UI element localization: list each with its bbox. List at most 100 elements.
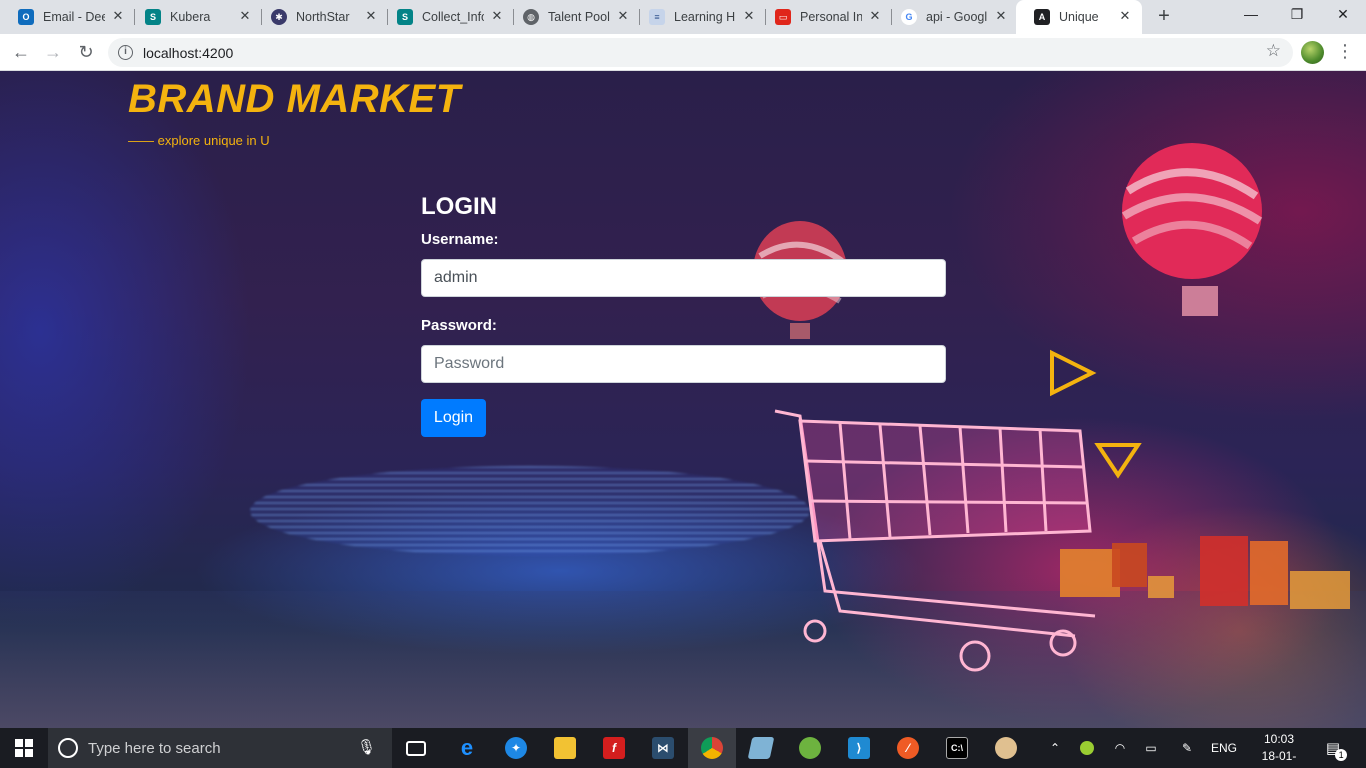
gift-boxes-illustration [1060,536,1350,609]
restore-button[interactable]: ❐ [1274,0,1320,30]
username-label: Username: [421,231,499,248]
spring-icon [799,737,821,759]
clock-time: 10:03 [1263,732,1295,746]
password-input[interactable] [421,345,946,383]
clock-date: 18-01-2021 [1261,749,1297,768]
new-tab-button[interactable]: + [1152,5,1176,29]
close-icon[interactable]: ✕ [490,9,504,23]
tab-title: Email - Dee [43,10,105,24]
taskbar-terminal[interactable]: C:\ [933,728,981,768]
angular-icon: A [1034,9,1050,25]
tab-title: NorthStar [296,10,350,24]
task-view-button[interactable] [392,728,440,768]
page-content: BRAND MARKET —— explore unique in U LOGI… [0,71,1366,728]
northstar-icon: ✱ [271,9,287,25]
taskbar-postman[interactable]: ⁄ [884,728,932,768]
shopping-cart-illustration [774,409,1096,672]
notification-count: 1 [1335,749,1348,761]
close-window-button[interactable]: ✕ [1320,0,1366,30]
microphone-icon[interactable]: 🎙 [357,738,376,756]
tab-title: Collect_Info [422,10,484,24]
tab-google-api[interactable]: G api - Googl ✕ [883,0,1018,34]
tab-northstar[interactable]: ✱ NorthStar ✕ [253,0,388,34]
taskbar-spring[interactable] [786,728,834,768]
google-icon: G [901,9,917,25]
tab-title: Talent Pool [548,10,610,24]
close-icon[interactable]: ✕ [111,9,125,23]
close-icon[interactable]: ✕ [742,9,756,23]
taskbar-chrome[interactable] [688,728,736,768]
url-text[interactable]: localhost:4200 [143,45,233,61]
taskbar-mysql[interactable]: ⋈ [639,728,687,768]
start-button[interactable] [0,728,48,768]
minimize-button[interactable]: — [1228,0,1274,30]
close-icon[interactable]: ✕ [616,9,630,23]
system-clock[interactable]: 10:03 18-01-2021 [1250,731,1308,768]
outlook-icon: O [18,9,34,25]
close-icon[interactable]: ✕ [238,9,252,23]
neon-triangle-illustration [1050,349,1097,397]
login-title: LOGIN [421,193,497,220]
oracle-icon: ▭ [775,9,791,25]
brand-tagline: —— explore unique in U [128,133,270,148]
search-placeholder: Type here to search [88,740,221,757]
notification-center-button[interactable]: ▤ 1 [1318,728,1348,768]
login-button[interactable]: Login [421,399,486,437]
tab-title: Unique [1059,10,1099,24]
reload-button[interactable]: ↻ [73,40,99,66]
taskbar-safari[interactable]: ✦ [492,728,540,768]
taskbar-explorer[interactable] [541,728,589,768]
profile-avatar[interactable] [1301,41,1324,64]
taskbar-edge[interactable]: e [443,728,491,768]
taskbar-paint[interactable] [982,728,1030,768]
sharepoint-icon: S [397,9,413,25]
windows-icon [15,739,33,757]
tab-email[interactable]: O Email - Dee ✕ [0,0,135,34]
tab-unique[interactable]: A Unique ✕ [1016,0,1142,34]
battery-icon[interactable]: ▭ [1140,728,1162,768]
notification-icon: ▤ 1 [1326,739,1348,761]
tray-app-icon[interactable] [1076,728,1098,768]
tab-strip: O Email - Dee ✕ S Kubera ✕ ✱ NorthStar ✕… [0,0,1366,34]
show-hidden-icons-button[interactable]: ⌃ [1044,728,1066,768]
postman-icon: ⁄ [897,737,919,759]
taskbar-vscode[interactable]: ⟩ [835,728,883,768]
menu-icon[interactable]: ⋮ [1336,39,1354,65]
close-icon[interactable]: ✕ [994,9,1008,23]
wifi-icon[interactable]: ◠ [1108,728,1132,768]
pen-icon[interactable]: ✎ [1176,728,1198,768]
tab-title: Learning HU [674,10,736,24]
taskbar-app[interactable] [737,728,785,768]
windows-taskbar: Type here to search 🎙 e ✦ f ⋈ ⟩ ⁄ C:\ ⌃ … [0,728,1366,768]
taskbar-search[interactable]: Type here to search 🎙 [48,728,392,768]
tab-title: Kubera [170,10,211,24]
forward-button[interactable]: → [40,40,66,66]
tab-personal-info[interactable]: ▭ Personal Inf ✕ [757,0,892,34]
chrome-icon [701,737,723,759]
username-input[interactable] [421,259,946,297]
back-button[interactable]: ← [8,40,34,66]
tab-kubera[interactable]: S Kubera ✕ [127,0,262,34]
info-icon[interactable]: i [118,45,133,60]
task-view-icon [406,740,426,756]
address-bar[interactable]: i localhost:4200 ☆ [108,38,1293,67]
vscode-icon: ⟩ [848,737,870,759]
taskbar-flash[interactable]: f [590,728,638,768]
tab-talent-pool[interactable]: ◍ Talent Pool ✕ [505,0,640,34]
tab-title: Personal Inf [800,10,862,24]
tab-learning[interactable]: ≡ Learning HU ✕ [631,0,766,34]
flash-icon: f [603,737,625,759]
tab-collect-info[interactable]: S Collect_Info ✕ [379,0,514,34]
cortana-icon [58,738,78,758]
edge-icon: e [460,735,474,760]
language-indicator[interactable]: ENG [1206,728,1242,768]
document-icon: ≡ [649,9,665,25]
bookmark-star-icon[interactable]: ☆ [1266,41,1281,61]
close-icon[interactable]: ✕ [364,9,378,23]
mysql-icon: ⋈ [652,737,674,759]
close-icon[interactable]: ✕ [868,9,882,23]
balloon-illustration [1121,143,1263,316]
sharepoint-icon: S [145,9,161,25]
browser-toolbar: ← → ↻ i localhost:4200 ☆ ⋮ [0,34,1366,71]
close-icon[interactable]: ✕ [1118,9,1132,23]
